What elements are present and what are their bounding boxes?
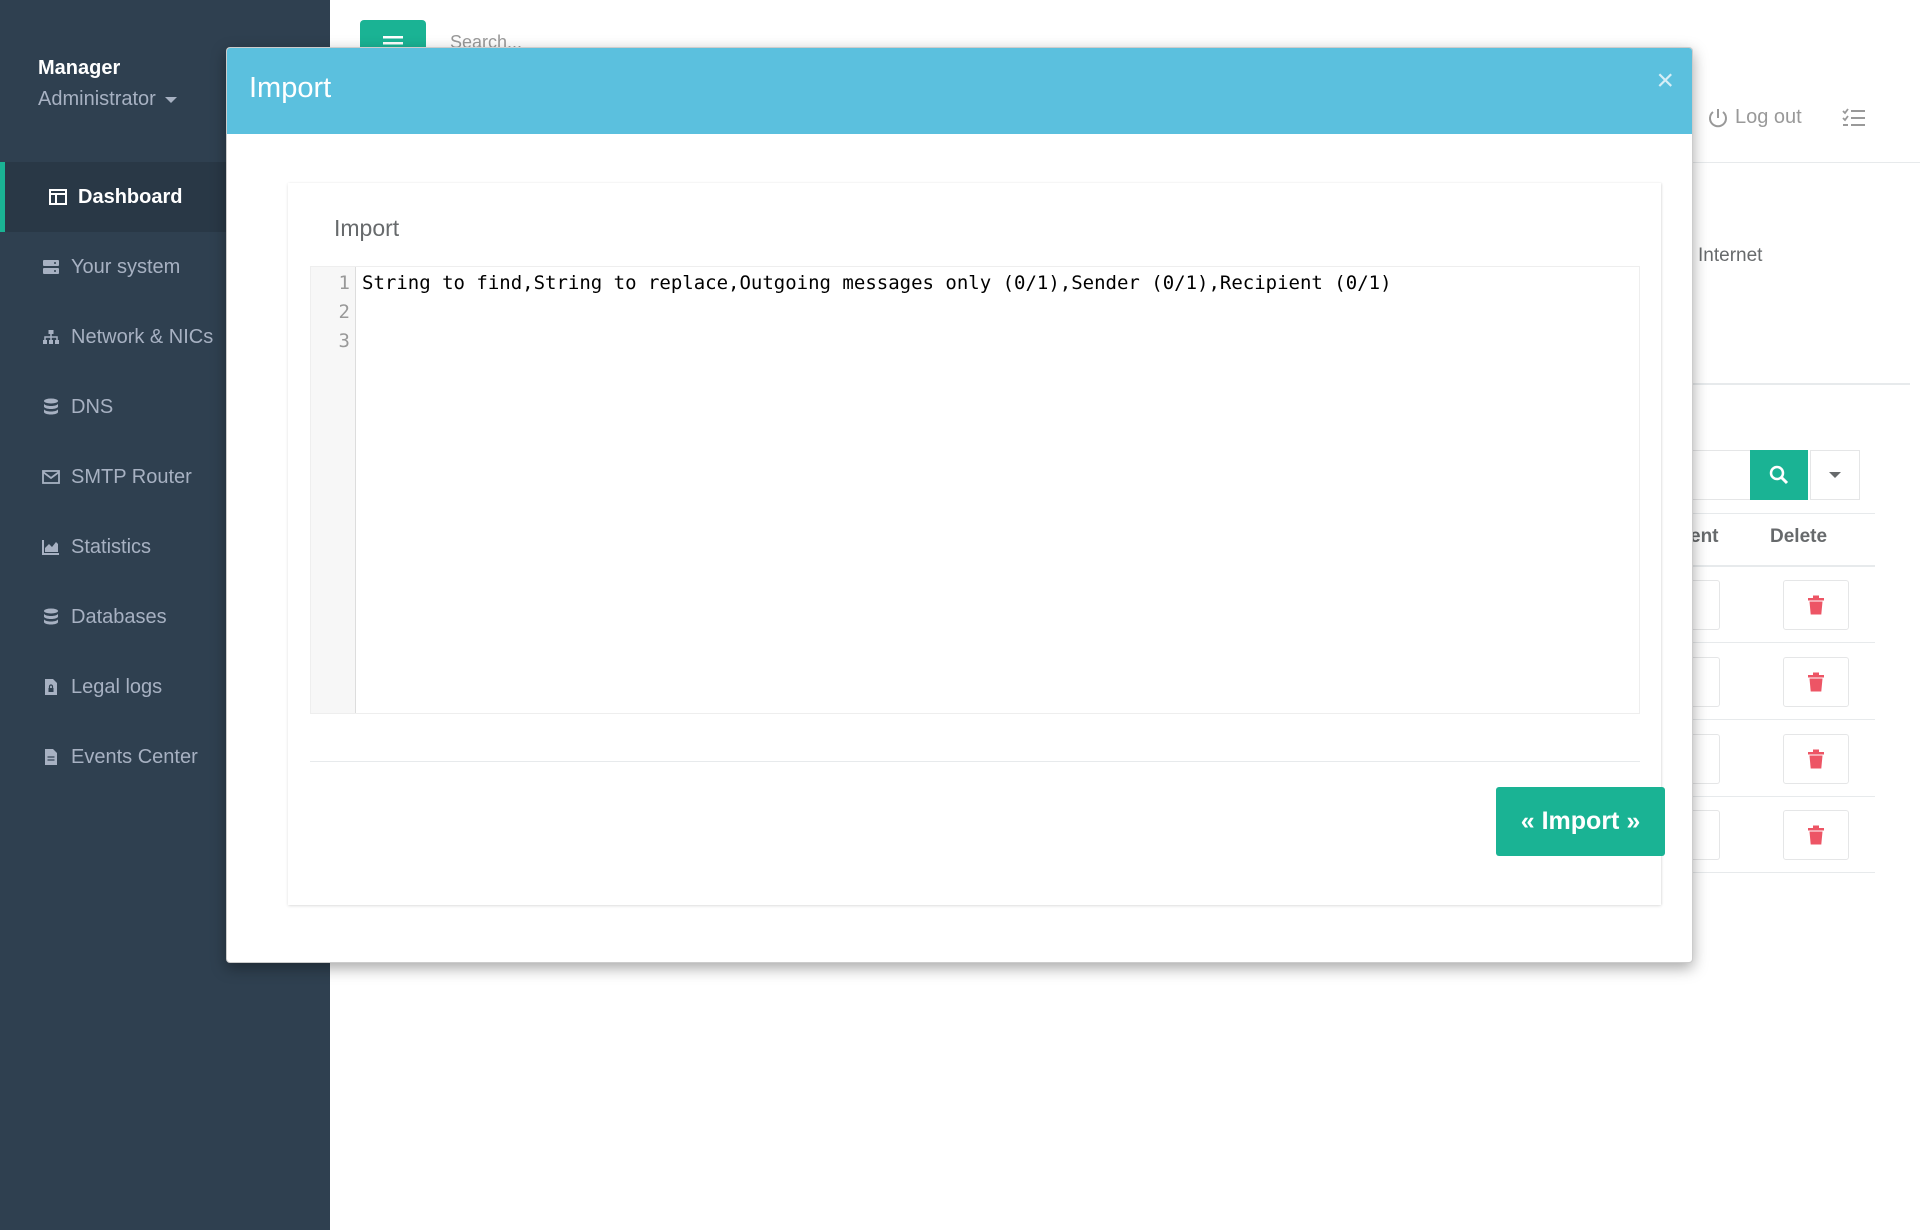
panel-divider	[310, 761, 1640, 762]
import-panel: Import 1 2 3 String to find,String to re…	[288, 183, 1665, 905]
panel-label: Import	[334, 215, 400, 241]
line-number: 3	[338, 330, 350, 352]
line-number: 2	[338, 301, 350, 323]
import-modal: Import × Import 1 2 3 String to find,Str…	[226, 47, 1693, 963]
editor-line[interactable]: String to find,String to replace,Outgoin…	[362, 272, 1392, 294]
line-number-gutter: 1 2 3	[311, 267, 356, 713]
csv-code-editor[interactable]: 1 2 3 String to find,String to replace,O…	[310, 266, 1640, 714]
import-button[interactable]: « Import »	[1496, 787, 1665, 856]
modal-title: Import	[249, 72, 332, 104]
close-icon[interactable]: ×	[1656, 66, 1674, 96]
line-number: 1	[338, 272, 350, 294]
modal-header: Import ×	[227, 48, 1692, 134]
